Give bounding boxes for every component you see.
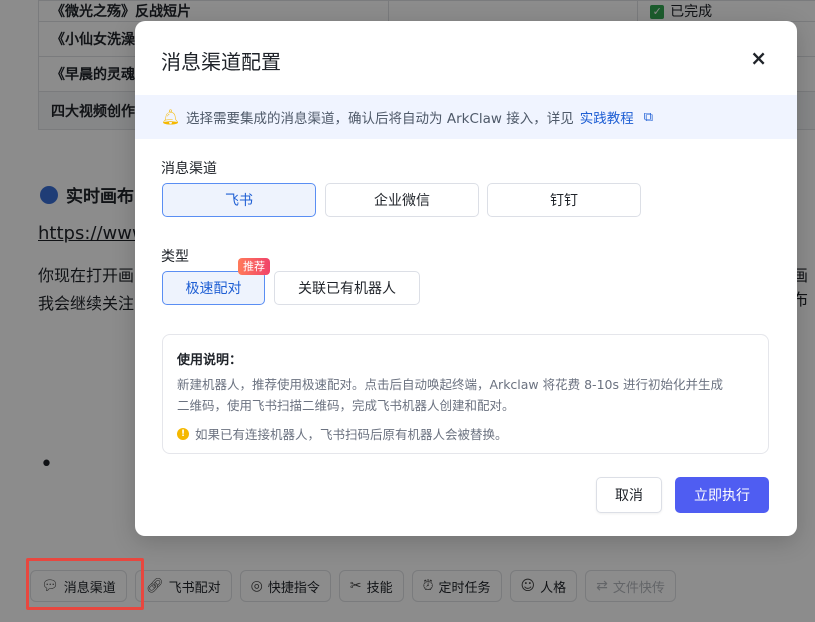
type-option-link-existing-bot[interactable]: 关联已有机器人	[274, 271, 420, 305]
type-section-label: 类型	[161, 249, 189, 265]
usage-text-line: 二维码，使用飞书扫描二维码，完成飞书机器人创建和配对。	[177, 398, 515, 413]
channel-section-label: 消息渠道	[161, 161, 217, 177]
recommend-badge: 推荐	[238, 258, 270, 275]
warning-text: 如果已有连接机器人，飞书扫码后原有机器人会被替换。	[195, 427, 508, 442]
cancel-button[interactable]: 取消	[596, 477, 662, 513]
bell-icon: 🔔︎	[161, 108, 181, 126]
usage-title: 使用说明：	[177, 353, 243, 368]
channel-option-dingtalk[interactable]: 钉钉	[487, 183, 641, 217]
external-link-icon[interactable]: ⧉	[644, 110, 653, 125]
usage-instructions-box: 使用说明： 新建机器人，推荐使用极速配对。点击后自动唤起终端，Arkclaw 将…	[162, 334, 769, 454]
channel-option-wecom[interactable]: 企业微信	[325, 183, 479, 217]
tutorial-link[interactable]: 实践教程	[580, 107, 634, 127]
notice-text: 选择需要集成的消息渠道，确认后将自动为 ArkClaw 接入，详见	[186, 111, 574, 127]
dialog-title: 消息渠道配置	[161, 50, 281, 74]
close-icon[interactable]: ×	[750, 48, 767, 68]
message-channel-config-dialog: 消息渠道配置 × 🔔︎ 选择需要集成的消息渠道，确认后将自动为 ArkClaw …	[135, 21, 797, 536]
warning-icon: !	[177, 427, 189, 440]
info-notice: 🔔︎ 选择需要集成的消息渠道，确认后将自动为 ArkClaw 接入，详见 实践教…	[135, 95, 797, 139]
usage-text-line: 新建机器人，推荐使用极速配对。点击后自动唤起终端，Arkclaw 将花费 8-1…	[177, 377, 723, 392]
execute-now-button[interactable]: 立即执行	[675, 477, 769, 513]
usage-warning: ! 如果已有连接机器人，飞书扫码后原有机器人会被替换。	[177, 424, 754, 443]
channel-option-feishu[interactable]: 飞书	[162, 183, 316, 217]
option-label: 极速配对	[185, 281, 242, 297]
highlight-annotation-box	[26, 558, 144, 610]
type-option-quick-pair[interactable]: 极速配对 推荐	[162, 258, 270, 305]
